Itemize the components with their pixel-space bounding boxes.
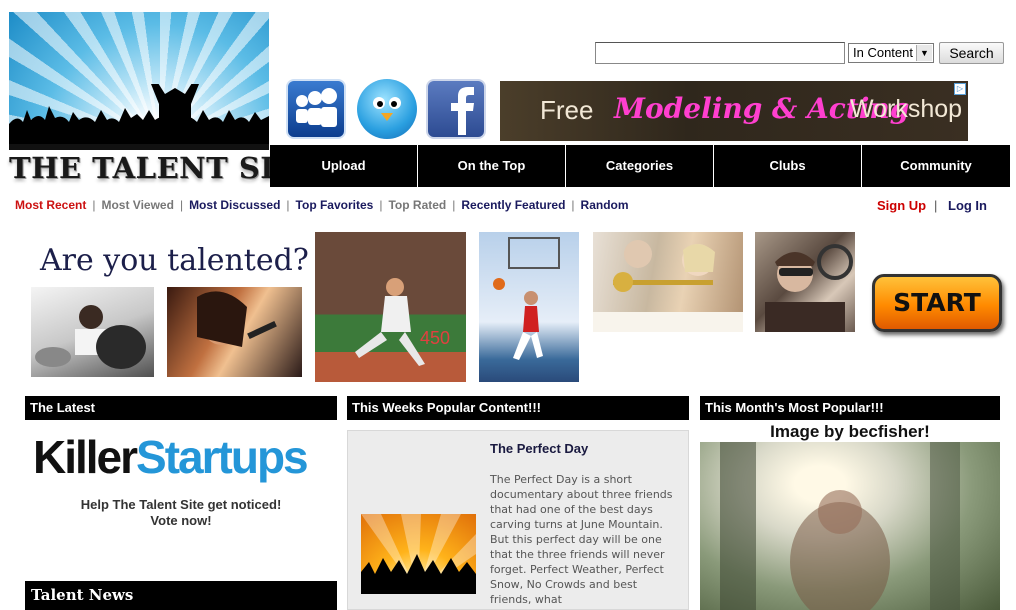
basketball-player-photo	[479, 232, 579, 382]
site-name: THE TALENT SITE	[9, 151, 320, 185]
monthly-popular-heading: This Month's Most Popular!!!	[700, 396, 1000, 420]
myspace-icon[interactable]	[286, 79, 346, 139]
baseball-pitcher-photo: 450	[315, 232, 466, 382]
filter-most-discussed[interactable]: Most Discussed	[189, 198, 280, 212]
killerstartups-logo[interactable]: KillerStartups	[33, 430, 309, 484]
nav-clubs[interactable]: Clubs	[714, 145, 862, 187]
content-filter-nav: Most Recent | Most Viewed | Most Discussed | T…	[15, 198, 629, 212]
search-scope-select[interactable]: In Content ▼	[848, 43, 934, 63]
filter-most-recent[interactable]: Most Recent	[15, 198, 86, 212]
monthly-popular-image[interactable]	[700, 442, 1000, 610]
ad-free-text: Free	[540, 95, 594, 125]
logo-word-b: Startups	[136, 431, 309, 483]
ad-workshop-text: Workshop	[850, 95, 963, 123]
chevron-down-icon: ▼	[916, 45, 932, 61]
drummer-photo	[31, 287, 154, 377]
filter-random[interactable]: Random	[581, 198, 629, 212]
weekly-content-description: The Perfect Day is a short documentary a…	[490, 473, 673, 606]
filter-most-viewed[interactable]: Most Viewed	[101, 198, 173, 212]
logo-artwork	[9, 12, 269, 144]
site-logo[interactable]: THE TALENT SITE	[9, 12, 320, 187]
nav-community[interactable]: Community	[862, 145, 1010, 187]
filter-recently-featured[interactable]: Recently Featured	[461, 198, 565, 212]
start-button[interactable]: START	[872, 274, 1002, 332]
search-scope-value: In Content	[853, 45, 913, 60]
nav-on-the-top[interactable]: On the Top	[418, 145, 566, 187]
weekly-popular-heading: This Weeks Popular Content!!!	[347, 396, 689, 420]
the-latest-heading: The Latest	[25, 396, 337, 420]
vote-notice: Help The Talent Site get noticed! Vote n…	[25, 497, 337, 529]
nav-categories[interactable]: Categories	[566, 145, 714, 187]
nav-upload[interactable]: Upload	[270, 145, 418, 187]
main-nav: Upload On the Top Categories Clubs Commu…	[270, 145, 1010, 187]
promo-tagline: Are you talented?	[40, 243, 309, 278]
vote-notice-line2[interactable]: Vote now!	[25, 513, 337, 529]
singer-photo	[167, 287, 302, 377]
weekly-content-title[interactable]: The Perfect Day	[490, 441, 588, 456]
vote-notice-line1: Help The Talent Site get noticed!	[80, 497, 282, 512]
logo-word-a: Killer	[33, 431, 138, 483]
banner-ad[interactable]: Free Modeling & Acting Workshop ▷	[500, 81, 968, 141]
talent-news-heading: Talent News	[25, 581, 337, 610]
sign-up-link[interactable]: Sign Up	[877, 198, 926, 213]
auth-separator: |	[934, 198, 938, 213]
crowd-silhouette	[9, 84, 269, 144]
filter-top-rated[interactable]: Top Rated	[388, 198, 446, 212]
search-input[interactable]	[595, 42, 845, 64]
twitter-icon[interactable]	[357, 79, 417, 139]
search-button[interactable]: Search	[939, 42, 1004, 64]
filmmaker-photo	[755, 232, 855, 332]
adchoices-icon[interactable]: ▷	[954, 83, 966, 95]
musicians-photo	[593, 232, 743, 332]
monthly-image-caption: Image by becfisher!	[770, 422, 930, 441]
filter-top-favorites[interactable]: Top Favorites	[296, 198, 374, 212]
facebook-icon[interactable]	[426, 79, 486, 139]
svg-text:450: 450	[420, 328, 450, 348]
log-in-link[interactable]: Log In	[948, 198, 987, 213]
weekly-thumbnail[interactable]	[361, 514, 476, 594]
